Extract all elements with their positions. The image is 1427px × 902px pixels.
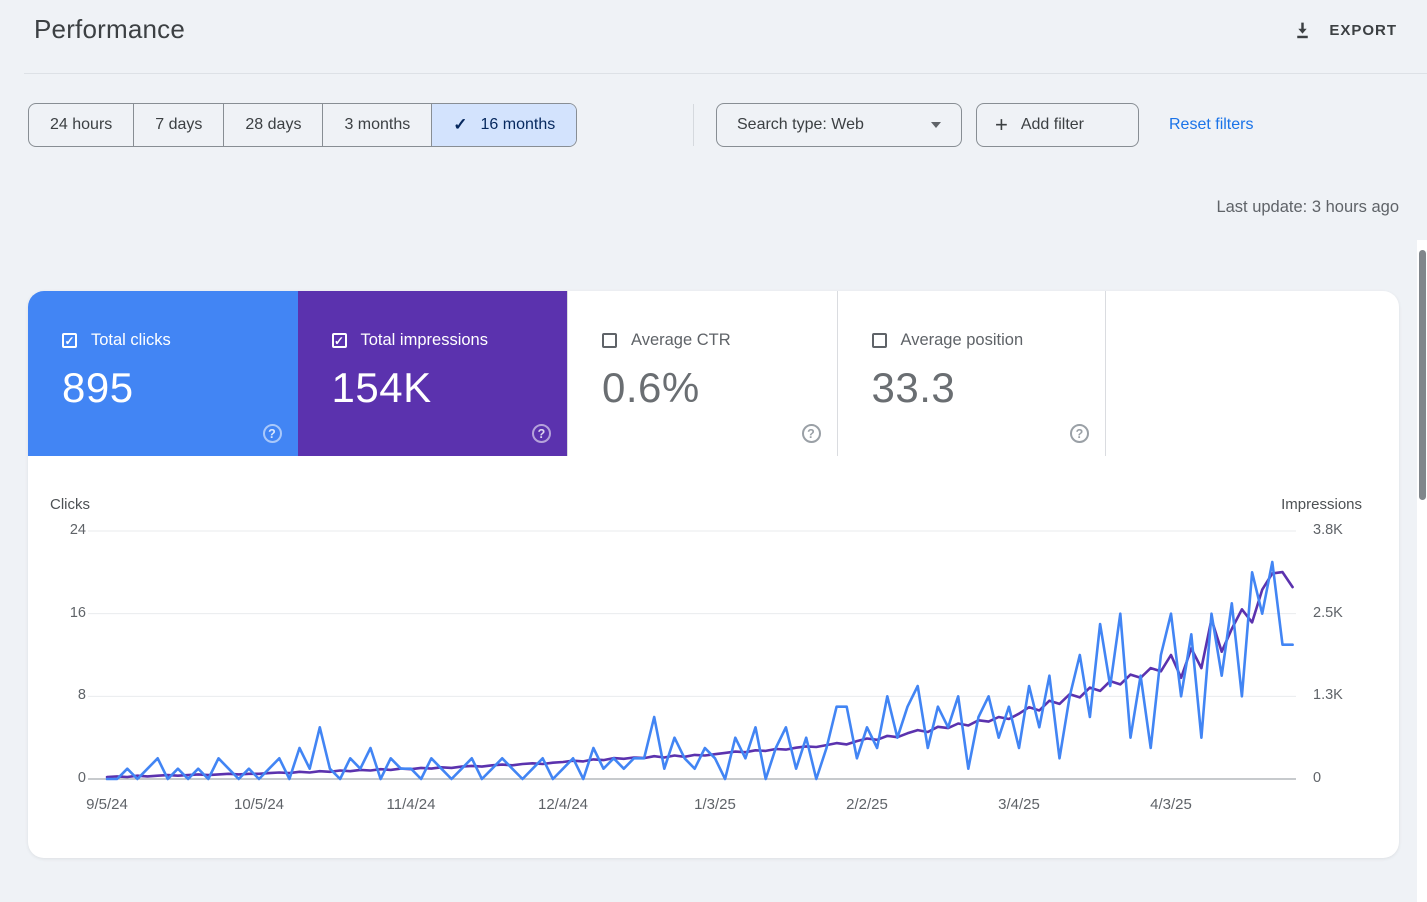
checkbox-checked-icon[interactable]: ✓: [331, 333, 347, 348]
help-icon[interactable]: ?: [801, 424, 821, 443]
metrics-filler: [1106, 291, 1399, 456]
left-axis-tick-label: 8: [77, 687, 86, 704]
series-line-total-clicks[interactable]: [105, 560, 1294, 781]
search-type-label: Search type: Web: [737, 116, 864, 133]
x-axis-tick-label: 2/2/25: [846, 796, 888, 813]
left-axis-tick-label: 24: [69, 522, 86, 538]
help-icon[interactable]: ?: [532, 424, 551, 443]
date-range-24-hours[interactable]: 24 hours: [29, 104, 133, 146]
metric-card-average-ctr[interactable]: Average CTR 0.6% ?: [567, 291, 837, 456]
filter-divider: [693, 104, 694, 146]
date-range-7-days[interactable]: 7 days: [133, 104, 223, 146]
metric-value: 33.3: [871, 364, 956, 411]
x-axis-tick-label: 1/3/25: [694, 796, 736, 813]
chevron-down-icon: [931, 122, 941, 128]
download-icon: [1297, 22, 1309, 38]
chart-area: Clicks Impressions 24 3.8K 16 2.5K 8 1.3K 0 0 9/…: [28, 456, 1399, 858]
x-axis-tick-label: 3/4/25: [998, 796, 1040, 813]
date-range-label: 24 hours: [50, 116, 113, 133]
x-axis-tick-label: 4/3/25: [1150, 796, 1192, 813]
checkbox-unchecked-icon[interactable]: [602, 333, 617, 348]
date-range-16-months[interactable]: ✓ 16 months: [431, 104, 577, 146]
metrics-row: ✓ Total clicks 895 ? ✓ Total impressions…: [28, 291, 1399, 456]
report-card: ✓ Total clicks 895 ? ✓ Total impressions…: [28, 291, 1399, 858]
metric-card-average-position[interactable]: Average position 33.3 ?: [836, 291, 1106, 456]
x-axis-tick-label: 10/5/24: [233, 796, 285, 813]
metric-value: 154K: [331, 364, 432, 411]
checkbox-checked-icon[interactable]: ✓: [62, 333, 77, 348]
add-filter-label: Add filter: [1020, 116, 1084, 133]
left-axis-tick-label: 16: [69, 604, 86, 621]
metric-label: Total impressions: [360, 331, 488, 349]
scrollbar-thumb[interactable]: [1418, 250, 1426, 500]
right-axis-tick-label: 2.5K: [1313, 604, 1343, 621]
date-range-3-months[interactable]: 3 months: [322, 104, 431, 146]
date-range-label: 28 days: [245, 116, 302, 133]
series-line-total-impressions[interactable]: [105, 570, 1294, 779]
metric-value: 0.6%: [602, 364, 700, 411]
search-type-dropdown[interactable]: Search type: Web: [716, 103, 962, 147]
x-axis-tick-label: 9/5/24: [86, 796, 128, 813]
header-divider: [24, 73, 1427, 74]
date-range-label: 3 months: [344, 116, 411, 133]
last-update-text: Last update: 3 hours ago: [1216, 198, 1399, 216]
metric-label: Average position: [900, 331, 1024, 349]
help-icon[interactable]: ?: [1070, 424, 1089, 443]
export-label: EXPORT: [1329, 21, 1397, 39]
reset-filters-link[interactable]: Reset filters: [1169, 103, 1253, 147]
page-title: Performance: [34, 14, 186, 44]
x-axis-tick-label: 12/4/24: [537, 796, 589, 813]
metric-card-total-clicks[interactable]: ✓ Total clicks 895 ?: [28, 291, 298, 456]
checkmark-icon: ✓: [453, 115, 468, 134]
right-axis-tick-label: 3.8K: [1313, 522, 1343, 538]
metric-label: Average CTR: [631, 331, 731, 349]
left-axis-tick-label: 0: [77, 770, 86, 786]
right-axis-tick-label: 1.3K: [1313, 687, 1343, 704]
date-range-label: 7 days: [155, 116, 203, 133]
reset-filters-label: Reset filters: [1169, 116, 1254, 133]
date-range-label: 16 months: [480, 116, 556, 133]
add-filter-button[interactable]: + Add filter: [976, 103, 1139, 147]
help-icon[interactable]: ?: [262, 424, 282, 443]
metric-value: 895: [62, 364, 134, 411]
right-axis-tick-label: 0: [1313, 770, 1322, 786]
x-axis-tick-label: 11/4/24: [386, 796, 436, 813]
date-range-selector: 24 hours 7 days 28 days 3 months ✓ 16 mo…: [28, 103, 578, 147]
checkbox-unchecked-icon[interactable]: [871, 333, 887, 348]
export-button[interactable]: EXPORT: [1292, 12, 1397, 48]
date-range-28-days[interactable]: 28 days: [223, 104, 322, 146]
plus-icon: +: [995, 112, 1008, 137]
scrollbar-track[interactable]: [1417, 240, 1427, 902]
metric-card-total-impressions[interactable]: ✓ Total impressions 154K ?: [297, 291, 567, 456]
metric-label: Total clicks: [91, 331, 171, 349]
